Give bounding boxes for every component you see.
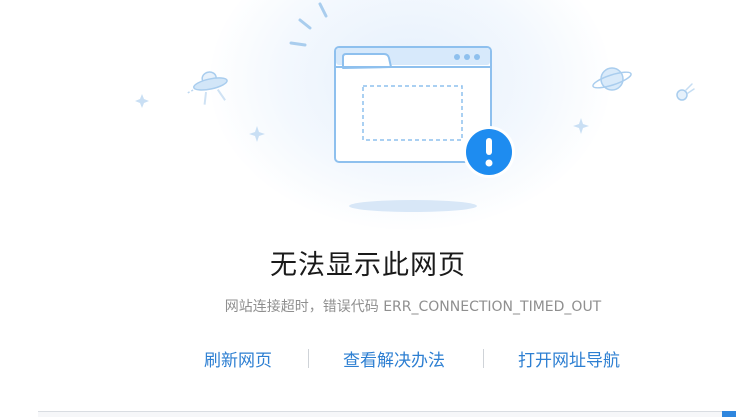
planet-icon	[592, 67, 632, 91]
sparkle-icon	[573, 118, 589, 134]
action-divider	[308, 349, 309, 368]
open-url-navigation-link[interactable]: 打开网址导航	[518, 346, 620, 371]
sparkle-icon	[135, 94, 149, 108]
error-actions: 刷新网页 查看解决办法 打开网址导航	[0, 346, 736, 372]
sparkle-icon	[249, 126, 265, 142]
broken-page-illustration	[135, 2, 695, 212]
error-page: 无法显示此网页 网站连接超时，错误代码 ERR_CONNECTION_TIMED…	[0, 0, 736, 417]
window-shadow	[349, 200, 477, 212]
motion-lines	[289, 2, 328, 47]
comet-icon	[676, 83, 695, 101]
exclamation-icon	[463, 126, 515, 178]
scrollbar-thumb[interactable]	[722, 411, 736, 417]
action-divider	[483, 349, 484, 368]
refresh-page-link[interactable]: 刷新网页	[204, 346, 272, 371]
ufo-icon	[187, 71, 228, 105]
bottom-panel-edge	[38, 411, 736, 417]
error-title: 无法显示此网页	[270, 250, 466, 281]
view-solutions-link[interactable]: 查看解决办法	[343, 346, 445, 371]
error-message: 网站连接超时，错误代码 ERR_CONNECTION_TIMED_OUT	[224, 299, 602, 315]
